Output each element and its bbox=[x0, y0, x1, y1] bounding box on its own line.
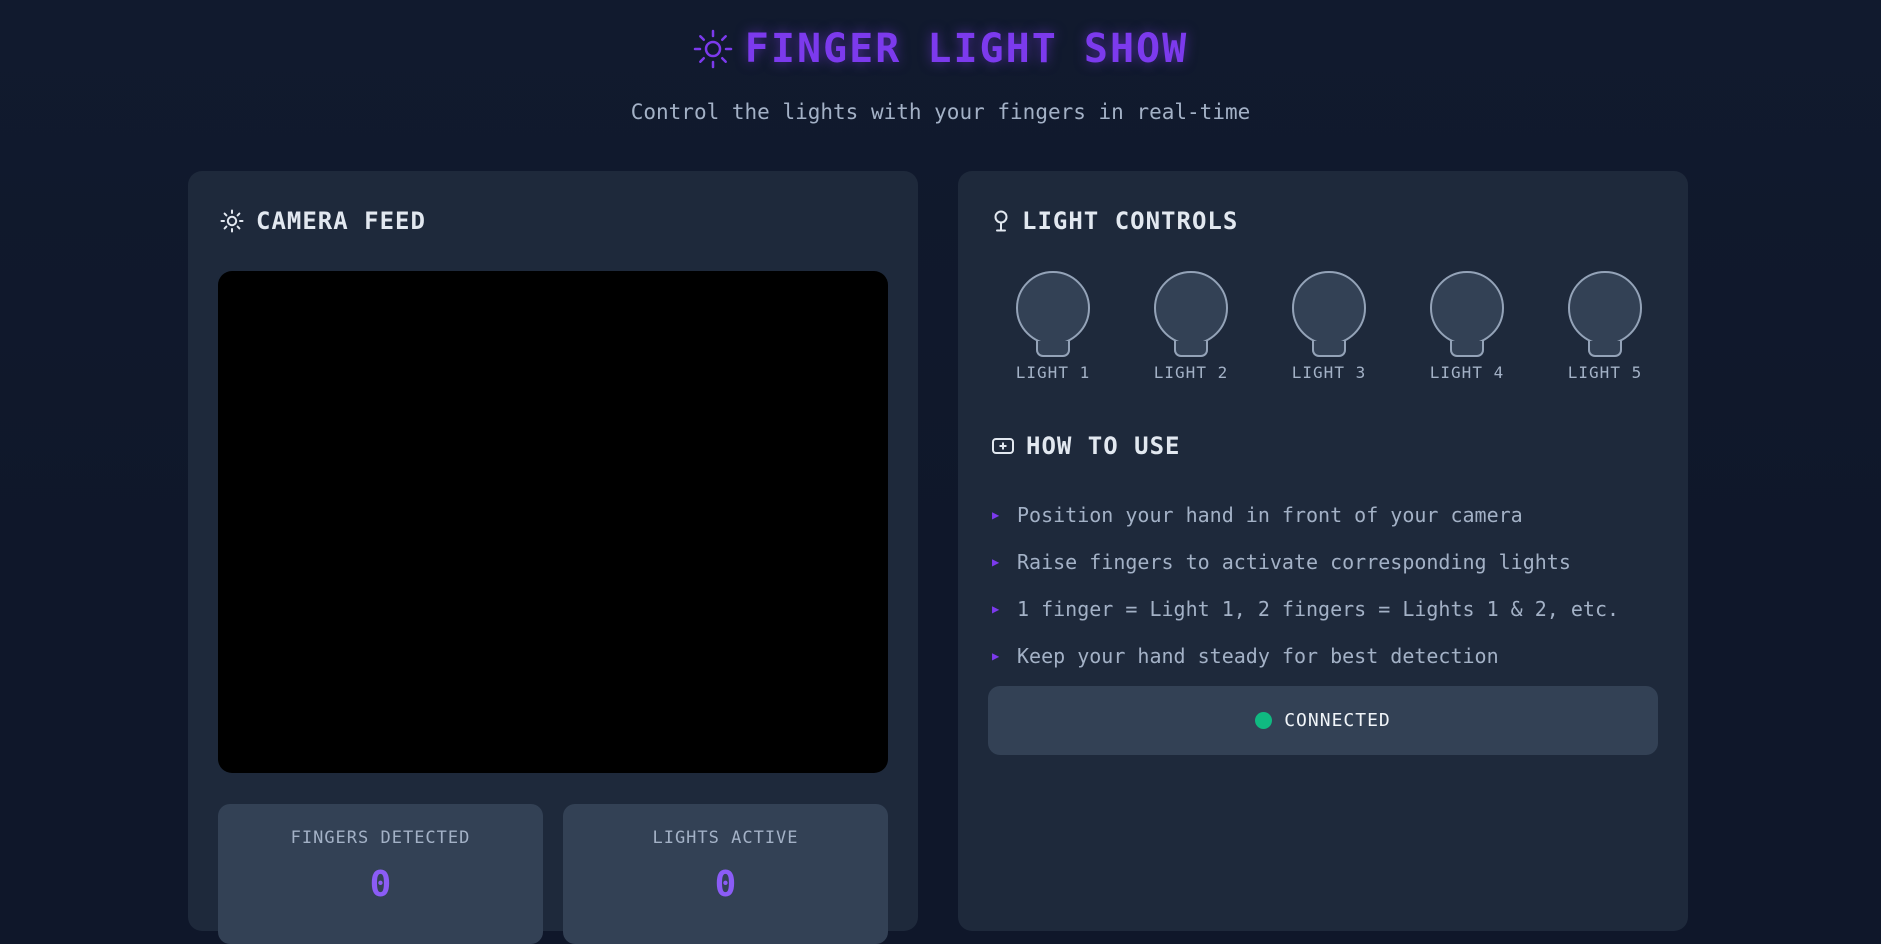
lightbulb-icon bbox=[992, 209, 1010, 233]
list-item: ▶ Position your hand in front of your ca… bbox=[992, 491, 1652, 538]
triangle-bullet-icon: ▶ bbox=[992, 554, 1000, 569]
list-item: ▶ 1 finger = Light 1, 2 fingers = Lights… bbox=[992, 585, 1652, 632]
controls-panel: LIGHT CONTROLS LIGHT 1 LIGHT 2 LIGHT 3 L… bbox=[958, 171, 1688, 931]
camera-heading-label: CAMERA FEED bbox=[256, 207, 426, 235]
howto-list: ▶ Position your hand in front of your ca… bbox=[992, 491, 1652, 679]
info-card-icon bbox=[992, 437, 1014, 455]
page-subtitle: Control the lights with your fingers in … bbox=[630, 100, 1251, 124]
light-label: LIGHT 1 bbox=[1015, 363, 1091, 382]
howto-heading-label: HOW TO USE bbox=[1026, 432, 1181, 460]
howto-text: Keep your hand steady for best detection bbox=[1017, 643, 1499, 668]
page-title: FINGER LIGHT SHOW bbox=[744, 26, 1189, 72]
bulb-base bbox=[1312, 341, 1346, 357]
light-1[interactable]: LIGHT 1 bbox=[1008, 271, 1098, 382]
camera-panel: CAMERA FEED FINGERS DETECTED 0 LIGHTS AC… bbox=[188, 171, 918, 944]
controls-heading-label: LIGHT CONTROLS bbox=[1022, 207, 1239, 235]
camera-heading: CAMERA FEED bbox=[220, 207, 426, 235]
light-3[interactable]: LIGHT 3 bbox=[1284, 271, 1374, 382]
light-2[interactable]: LIGHT 2 bbox=[1146, 271, 1236, 382]
bulb-base bbox=[1036, 341, 1070, 357]
howto-heading: HOW TO USE bbox=[992, 432, 1181, 460]
bulb-icon bbox=[1154, 271, 1228, 345]
triangle-bullet-icon: ▶ bbox=[992, 648, 1000, 663]
sun-icon bbox=[220, 209, 244, 233]
lights-row: LIGHT 1 LIGHT 2 LIGHT 3 LIGHT 4 LIGHT 5 bbox=[1008, 271, 1642, 391]
stat-value: 0 bbox=[369, 864, 392, 905]
light-label: LIGHT 2 bbox=[1153, 363, 1229, 382]
status-text: CONNECTED bbox=[1284, 710, 1391, 731]
light-label: LIGHT 3 bbox=[1291, 363, 1367, 382]
light-5[interactable]: LIGHT 5 bbox=[1560, 271, 1650, 382]
connection-status: CONNECTED bbox=[988, 686, 1658, 755]
controls-heading: LIGHT CONTROLS bbox=[992, 207, 1238, 235]
stat-label: FINGERS DETECTED bbox=[290, 828, 471, 848]
camera-video bbox=[218, 271, 888, 773]
bulb-base bbox=[1450, 341, 1484, 357]
howto-text: Position your hand in front of your came… bbox=[1017, 502, 1523, 527]
triangle-bullet-icon: ▶ bbox=[992, 507, 1000, 522]
fingers-detected-card: FINGERS DETECTED 0 bbox=[218, 804, 543, 944]
bulb-icon bbox=[1568, 271, 1642, 345]
bulb-base bbox=[1588, 341, 1622, 357]
bulb-base bbox=[1174, 341, 1208, 357]
light-label: LIGHT 4 bbox=[1429, 363, 1505, 382]
list-item: ▶ Raise fingers to activate correspondin… bbox=[992, 538, 1652, 585]
bulb-icon bbox=[1430, 271, 1504, 345]
howto-text: 1 finger = Light 1, 2 fingers = Lights 1… bbox=[1017, 596, 1620, 621]
light-4[interactable]: LIGHT 4 bbox=[1422, 271, 1512, 382]
bulb-icon bbox=[1292, 271, 1366, 345]
stat-label: LIGHTS ACTIVE bbox=[652, 828, 799, 848]
bulb-icon bbox=[1016, 271, 1090, 345]
stat-value: 0 bbox=[714, 864, 737, 905]
light-label: LIGHT 5 bbox=[1567, 363, 1643, 382]
sun-icon bbox=[693, 29, 733, 69]
list-item: ▶ Keep your hand steady for best detecti… bbox=[992, 632, 1652, 679]
triangle-bullet-icon: ▶ bbox=[992, 601, 1000, 616]
status-dot-icon bbox=[1255, 712, 1273, 729]
title-row: FINGER LIGHT SHOW bbox=[0, 26, 1881, 72]
lights-active-card: LIGHTS ACTIVE 0 bbox=[563, 804, 888, 944]
howto-text: Raise fingers to activate corresponding … bbox=[1017, 549, 1571, 574]
